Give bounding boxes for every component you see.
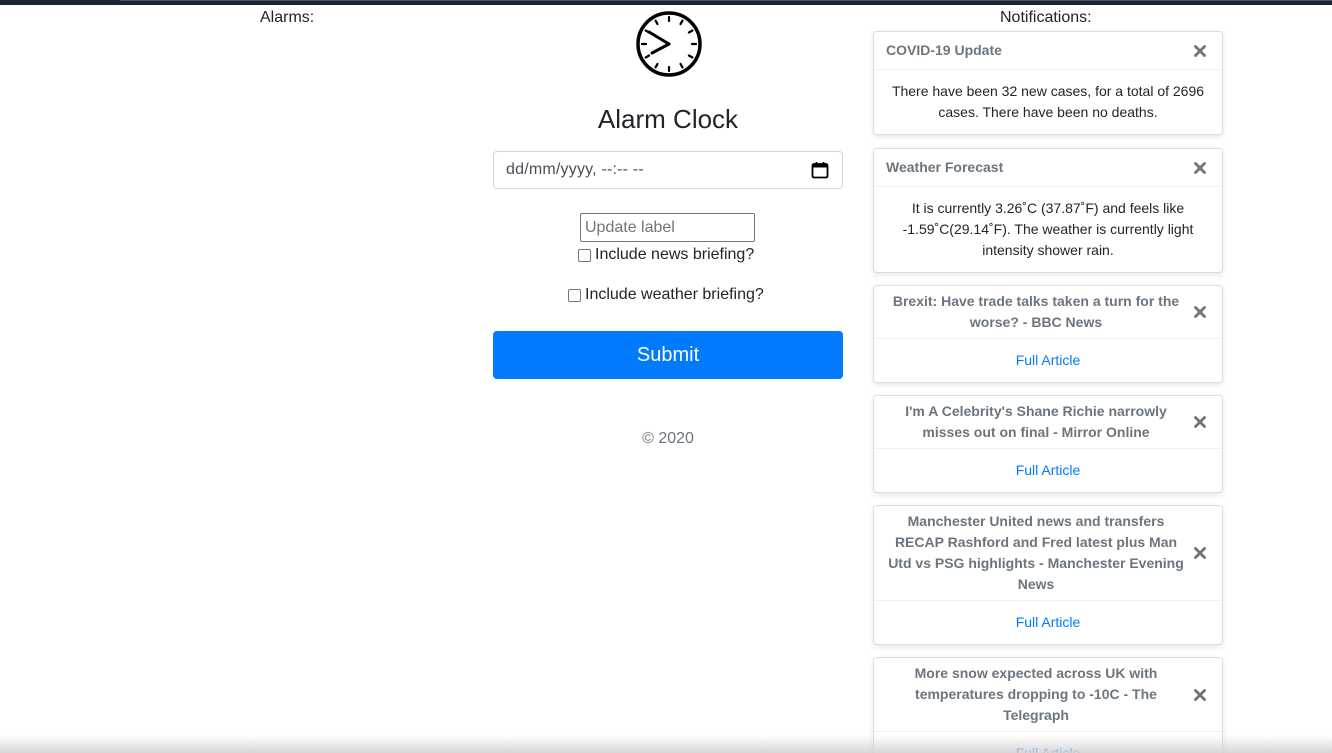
toast-header: COVID-19 Update [874,32,1222,70]
weather-briefing-label[interactable]: Include weather briefing? [585,285,764,305]
notification-toast-news: More snow expected across UK with temper… [873,657,1223,753]
top-bar-highlight [120,0,1332,1]
toast-header: Weather Forecast [874,149,1222,187]
toast-body: There have been 32 new cases, for a tota… [891,83,1205,120]
toast-title: Weather Forecast [886,159,1004,175]
full-article-link[interactable]: Full Article [874,339,1222,382]
news-briefing-label[interactable]: Include news briefing? [595,245,754,265]
alarm-label-input[interactable] [580,213,755,242]
full-article-link[interactable]: Full Article [874,732,1222,753]
browser-top-bar [0,0,1332,5]
notification-toast-news: Brexit: Have trade talks taken a turn fo… [873,285,1223,383]
toast-title: Brexit: Have trade talks taken a turn fo… [892,293,1180,330]
close-icon[interactable] [1192,304,1208,320]
weather-briefing-option[interactable]: Include weather briefing? [568,285,764,305]
toast-title: COVID-19 Update [886,42,1002,58]
calendar-icon[interactable] [810,160,830,180]
copyright-footer: © 2020 [642,430,694,447]
notification-toast-weather: Weather Forecast It is currently 3.26˚C … [873,148,1223,273]
close-icon[interactable] [1192,160,1208,176]
toast-header: Brexit: Have trade talks taken a turn fo… [874,286,1222,339]
notification-toast-covid: COVID-19 Update There have been 32 new c… [873,31,1223,135]
toast-header: Manchester United news and transfers REC… [874,506,1222,601]
toast-header: I'm A Celebrity's Shane Richie narrowly … [874,396,1222,449]
toast-title: Manchester United news and transfers REC… [888,513,1184,592]
datetime-placeholder: dd/mm/yyyy, --:-- -- [506,161,644,178]
full-article-link[interactable]: Full Article [874,449,1222,492]
toast-header: More snow expected across UK with temper… [874,658,1222,732]
notification-toast-news: Manchester United news and transfers REC… [873,505,1223,645]
toast-title: More snow expected across UK with temper… [914,665,1158,723]
page-title: Alarm Clock [597,104,739,134]
close-icon[interactable] [1192,414,1208,430]
alarm-datetime-input[interactable]: dd/mm/yyyy, --:-- -- [493,151,843,189]
notification-toast-news: I'm A Celebrity's Shane Richie narrowly … [873,395,1223,493]
clock-icon [636,11,702,77]
close-icon[interactable] [1192,687,1208,703]
notifications-heading: Notifications: [1000,9,1092,26]
alarms-heading: Alarms: [260,9,315,26]
close-icon[interactable] [1192,545,1208,561]
toast-body: It is currently 3.26˚C (37.87˚F) and fee… [902,200,1194,258]
news-briefing-option[interactable]: Include news briefing? [578,245,754,265]
weather-briefing-checkbox[interactable] [568,288,581,302]
submit-button[interactable]: Submit [493,331,843,379]
toast-title: I'm A Celebrity's Shane Richie narrowly … [905,403,1167,440]
close-icon[interactable] [1192,43,1208,59]
full-article-link[interactable]: Full Article [874,601,1222,644]
news-briefing-checkbox[interactable] [578,248,591,262]
